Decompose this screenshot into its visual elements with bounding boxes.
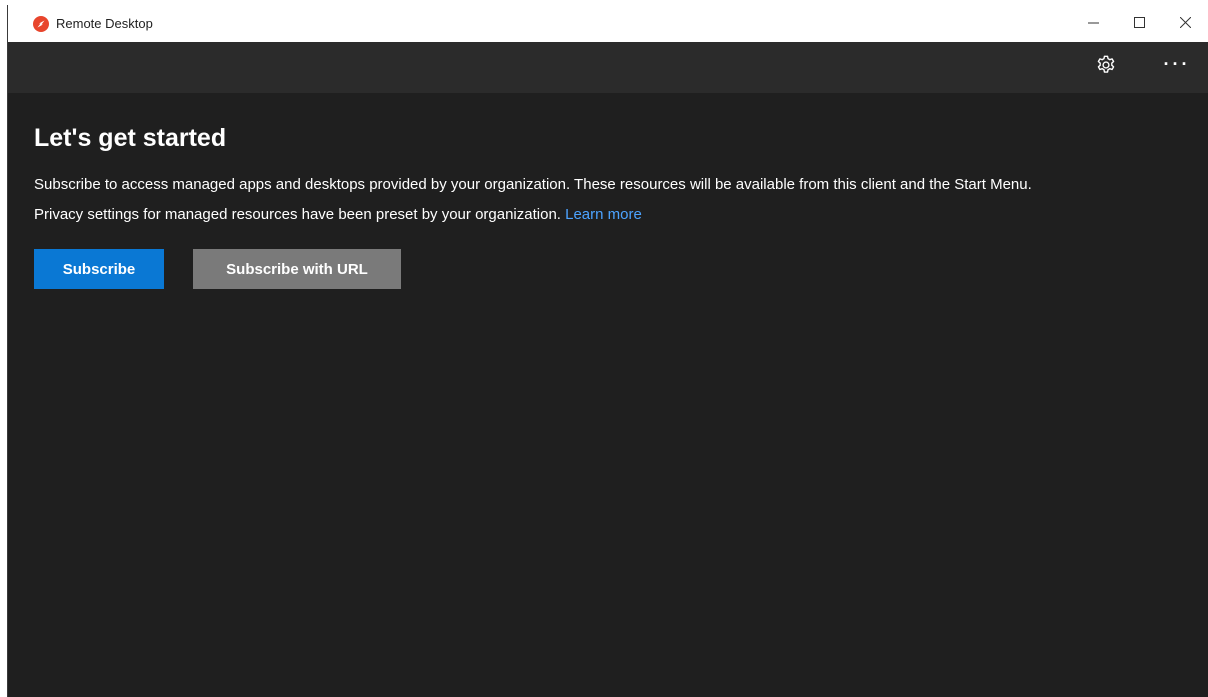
gear-icon [1095, 54, 1117, 81]
remote-desktop-window: Remote Desktop ··· Let's get started Sub… [7, 5, 1208, 697]
main-content: Let's get started Subscribe to access ma… [34, 123, 1194, 289]
more-options-button[interactable]: ··· [1154, 42, 1200, 93]
maximize-button[interactable] [1116, 5, 1162, 42]
subscribe-with-url-button[interactable]: Subscribe with URL [193, 249, 401, 289]
learn-more-link[interactable]: Learn more [565, 206, 642, 223]
subscribe-button[interactable]: Subscribe [34, 249, 164, 289]
page-title: Let's get started [34, 124, 227, 152]
privacy-text: Privacy settings for managed resources h… [34, 204, 1194, 226]
maximize-icon [1133, 15, 1145, 33]
minimize-button[interactable] [1070, 5, 1116, 42]
window-title: Remote Desktop [56, 16, 153, 31]
toolbar: ··· [8, 42, 1208, 93]
description-text: Subscribe to access managed apps and des… [34, 176, 1032, 193]
window-controls [1070, 5, 1208, 42]
title-bar[interactable]: Remote Desktop [8, 5, 1208, 42]
close-button[interactable] [1162, 5, 1208, 42]
privacy-text-label: Privacy settings for managed resources h… [34, 206, 566, 223]
remote-desktop-icon [33, 15, 49, 32]
more-options-icon: ··· [1163, 53, 1191, 74]
settings-button[interactable] [1083, 42, 1129, 93]
close-icon [1179, 15, 1191, 33]
minimize-icon [1087, 15, 1099, 33]
action-buttons: Subscribe Subscribe with URL [34, 249, 1194, 289]
